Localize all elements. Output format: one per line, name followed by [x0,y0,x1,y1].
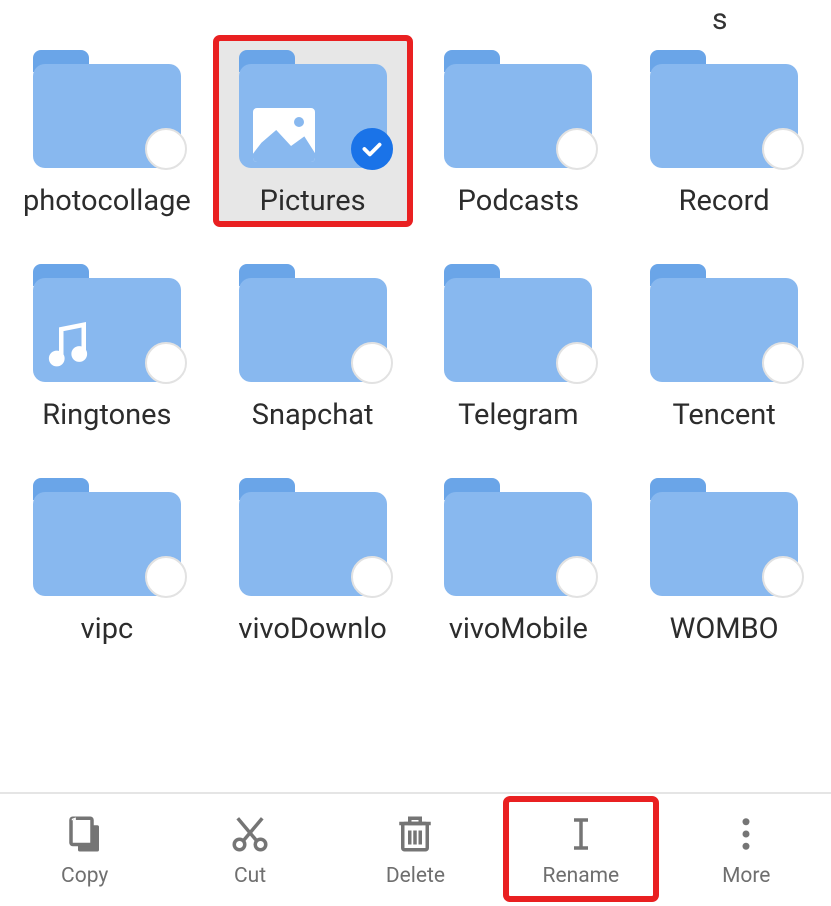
folder-icon [239,472,387,602]
selection-circle[interactable] [762,556,804,598]
folder-item[interactable]: Tencent [627,252,821,438]
folder-icon [444,472,592,602]
folder-label: Record [679,184,770,218]
folder-label: Telegram [458,398,578,432]
action-label: More [722,864,770,888]
folder-icon [444,258,592,388]
cut-button[interactable]: Cut [175,799,325,899]
action-label: Delete [386,864,445,888]
action-label: Copy [61,864,108,888]
folder-item[interactable]: WOMBO [627,466,821,652]
action-label: Rename [543,864,620,888]
rename-button[interactable]: Rename [506,799,656,899]
folder-item[interactable]: Pictures [216,38,410,224]
selection-circle[interactable] [145,342,187,384]
folder-label: photocollage [23,184,191,218]
selection-circle[interactable] [351,556,393,598]
image-icon [253,108,315,162]
folder-item[interactable]: Ringtones [10,252,204,438]
folder-icon [239,44,387,174]
folder-label: vipc [81,612,134,646]
folder-label: WOMBO [670,612,779,646]
folder-item[interactable]: Record [627,38,821,224]
folder-icon [239,258,387,388]
selection-circle[interactable] [145,128,187,170]
folder-icon [444,44,592,174]
folder-icon [650,472,798,602]
action-bar: 1 Copy Cut Delete Rename More [0,792,831,906]
selection-circle[interactable] [762,342,804,384]
rename-icon [560,810,602,858]
delete-icon [394,810,436,858]
folder-label: Tencent [672,398,775,432]
music-icon [41,318,95,376]
copy-icon: 1 [64,810,106,858]
action-label: Cut [234,864,266,888]
folder-item[interactable]: Telegram [422,252,616,438]
selection-circle[interactable] [556,556,598,598]
cut-icon [229,810,271,858]
more-icon [725,810,767,858]
more-button[interactable]: More [671,799,821,899]
checkmark-icon[interactable] [351,128,393,170]
selection-circle[interactable] [556,342,598,384]
folder-icon [650,44,798,174]
folder-icon [33,472,181,602]
copy-count-badge: 1 [71,816,78,831]
folder-label: vivoMobile [449,612,588,646]
selection-circle[interactable] [762,128,804,170]
stray-text: s [712,2,727,37]
selection-circle[interactable] [556,128,598,170]
folder-icon [33,258,181,388]
delete-button[interactable]: Delete [340,799,490,899]
folder-label: Podcasts [458,184,579,218]
folder-item[interactable]: vipc [10,466,204,652]
folder-label: Pictures [260,184,366,218]
folder-item[interactable]: vivoDownlo [216,466,410,652]
copy-button[interactable]: 1 Copy [10,799,160,899]
folder-item[interactable]: photocollage [10,38,204,224]
folder-label: Ringtones [42,398,171,432]
folder-grid: photocollage Pictures Podcasts Record Ringto… [0,0,831,653]
folder-icon [33,44,181,174]
selection-circle[interactable] [145,556,187,598]
folder-item[interactable]: vivoMobile [422,466,616,652]
folder-item[interactable]: Podcasts [422,38,616,224]
folder-icon [650,258,798,388]
folder-label: Snapchat [252,398,374,432]
folder-item[interactable]: Snapchat [216,252,410,438]
selection-circle[interactable] [351,342,393,384]
folder-label: vivoDownlo [238,612,386,646]
